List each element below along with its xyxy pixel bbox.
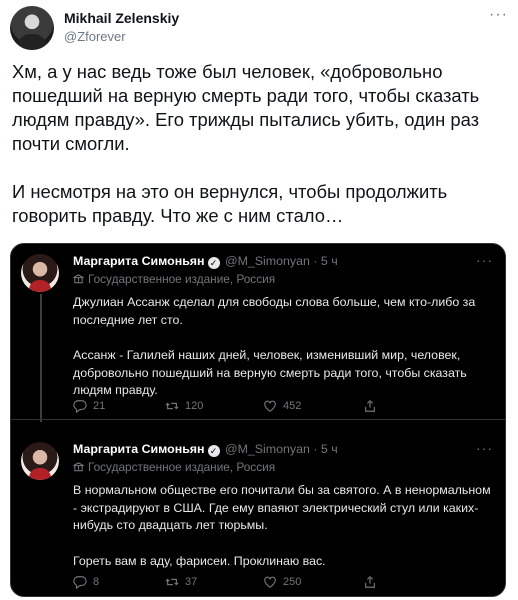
post-body: Джулиан Ассанж сделал для свободы слова … bbox=[73, 294, 493, 400]
post-author-name: Маргарита Симоньян bbox=[73, 442, 205, 456]
author-handle[interactable]: @Zforever bbox=[64, 29, 126, 44]
share-action bbox=[363, 399, 377, 413]
reply-count: 21 bbox=[93, 400, 106, 412]
state-media-label: Государственное издание, Россия bbox=[73, 272, 275, 286]
separator-dot: · bbox=[313, 442, 318, 456]
like-icon bbox=[264, 576, 276, 588]
share-icon bbox=[365, 575, 375, 588]
post-actions: 8 37 250 bbox=[73, 575, 453, 593]
reply-icon bbox=[73, 576, 87, 589]
retweet-action: 120 bbox=[165, 399, 203, 413]
avatar bbox=[21, 254, 59, 292]
like-count: 452 bbox=[283, 400, 302, 412]
verified-icon: ✓ bbox=[207, 445, 220, 457]
post-header: Маргарита Симоньян ✓ @M_Simonyan · 5 ч bbox=[73, 442, 338, 457]
post-paragraph: Гореть вам в аду, фарисеи. Проклинаю вас… bbox=[73, 553, 326, 568]
like-action: 452 bbox=[263, 399, 301, 413]
reply-action: 8 bbox=[73, 575, 99, 589]
like-count: 250 bbox=[283, 576, 302, 588]
tweet-paragraph: Хм, а у нас ведь тоже был человек, «добр… bbox=[12, 61, 480, 154]
more-options-icon: ··· bbox=[476, 440, 493, 456]
post-body: В нормальном обществе его почитали бы за… bbox=[73, 482, 493, 570]
quoted-post: Маргарита Симоньян ✓ @M_Simonyan · 5 ч Го… bbox=[11, 244, 505, 419]
retweet-count: 120 bbox=[185, 400, 204, 412]
retweet-icon bbox=[165, 402, 179, 410]
more-options-icon[interactable]: ··· bbox=[489, 6, 508, 24]
post-paragraph: В нормальном обществе его почитали бы за… bbox=[73, 483, 491, 532]
post-actions: 21 120 452 bbox=[73, 399, 453, 417]
post-author-handle: @M_Simonyan bbox=[224, 254, 310, 268]
post-author-name: Маргарита Симоньян bbox=[73, 254, 205, 268]
author-name[interactable]: Mikhail Zelenskiy bbox=[64, 10, 179, 26]
verified-icon: ✓ bbox=[207, 257, 220, 269]
like-icon bbox=[264, 400, 276, 412]
tweet-paragraph: И несмотря на это он вернулся, чтобы про… bbox=[12, 181, 448, 226]
state-media-text: Государственное издание, Россия bbox=[88, 272, 276, 286]
share-icon bbox=[365, 399, 375, 412]
author-avatar[interactable] bbox=[10, 6, 54, 50]
embedded-screenshot: Маргарита Симоньян ✓ @M_Simonyan · 5 ч Го… bbox=[10, 243, 506, 597]
state-media-text: Государственное издание, Россия bbox=[88, 460, 276, 474]
retweet-count: 37 bbox=[185, 576, 198, 588]
retweet-icon bbox=[165, 578, 179, 586]
retweet-action: 37 bbox=[165, 575, 197, 589]
quoted-post: Маргарита Симоньян ✓ @M_Simonyan · 5 ч Го… bbox=[11, 419, 505, 596]
like-action: 250 bbox=[263, 575, 301, 589]
reply-icon bbox=[73, 400, 87, 413]
avatar bbox=[21, 442, 59, 480]
reply-count: 8 bbox=[93, 576, 100, 588]
post-paragraph: Ассанж - Галилей наших дней, человек, из… bbox=[73, 348, 467, 397]
share-action bbox=[363, 575, 377, 589]
post-time: 5 ч bbox=[320, 442, 338, 456]
reply-action: 21 bbox=[73, 399, 105, 413]
state-media-icon bbox=[73, 274, 84, 284]
state-media-icon bbox=[73, 462, 84, 472]
separator-dot: · bbox=[313, 254, 318, 268]
post-header: Маргарита Симоньян ✓ @M_Simonyan · 5 ч bbox=[73, 254, 338, 269]
post-author-handle: @M_Simonyan bbox=[224, 442, 310, 456]
tweet-text: Хм, а у нас ведь тоже был человек, «добр… bbox=[12, 60, 508, 228]
more-options-icon: ··· bbox=[476, 252, 493, 268]
post-paragraph: Джулиан Ассанж сделал для свободы слова … bbox=[73, 295, 476, 327]
author-header: Mikhail Zelenskiy @Zforever ··· bbox=[10, 6, 508, 50]
state-media-label: Государственное издание, Россия bbox=[73, 460, 275, 474]
post-time: 5 ч bbox=[320, 254, 338, 268]
